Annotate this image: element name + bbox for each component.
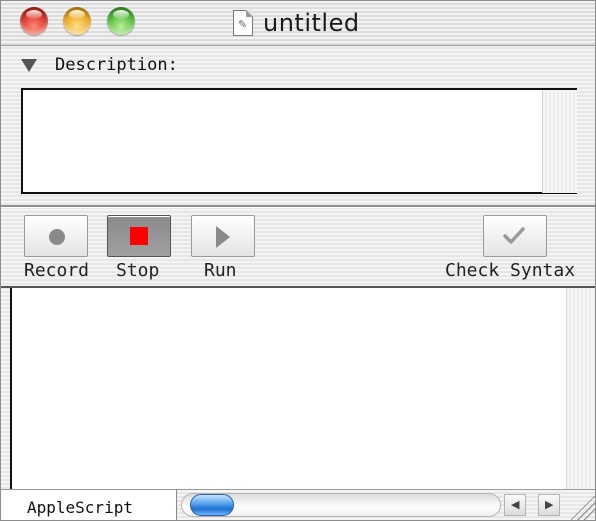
checkmark-icon	[503, 227, 525, 244]
check-syntax-button[interactable]	[483, 215, 547, 257]
script-editor-window: ✎ untitled Description: Record Stop Run …	[0, 0, 596, 521]
run-button[interactable]	[191, 215, 255, 257]
document-icon[interactable]: ✎	[233, 10, 253, 36]
play-triangle-icon	[216, 226, 230, 248]
window-title-group: ✎ untitled	[233, 8, 360, 38]
close-icon[interactable]	[20, 7, 48, 35]
record-dot-icon	[49, 229, 65, 245]
title-bar[interactable]: ✎ untitled	[1, 1, 595, 46]
record-button[interactable]	[24, 215, 88, 257]
resize-grip-icon[interactable]	[571, 496, 595, 520]
divider	[1, 205, 595, 208]
stop-square-icon	[130, 227, 148, 245]
stop-button[interactable]	[107, 215, 171, 257]
arrow-left-icon: ◀	[511, 498, 520, 511]
script-editor-area[interactable]	[10, 288, 566, 489]
record-label: Record	[24, 260, 90, 281]
minimize-icon[interactable]	[63, 7, 91, 35]
scroll-left-button[interactable]: ◀	[504, 494, 526, 516]
window-title: untitled	[263, 9, 360, 37]
description-scrollbar[interactable]	[542, 90, 577, 193]
language-label: AppleScript	[27, 498, 133, 517]
check-syntax-label: Check Syntax	[445, 260, 576, 281]
document-icon-glyph: ✎	[238, 18, 248, 31]
stop-label: Stop	[116, 260, 160, 281]
arrow-right-icon: ▶	[545, 498, 554, 511]
description-field[interactable]	[21, 88, 577, 194]
scroll-thumb[interactable]	[190, 494, 234, 516]
editor-vertical-scrollbar[interactable]	[566, 288, 595, 489]
run-label: Run	[204, 260, 237, 281]
zoom-icon[interactable]	[107, 7, 135, 35]
description-label: Description:	[55, 55, 178, 75]
scroll-right-button[interactable]: ▶	[538, 494, 560, 516]
disclosure-triangle-icon[interactable]	[21, 59, 37, 72]
